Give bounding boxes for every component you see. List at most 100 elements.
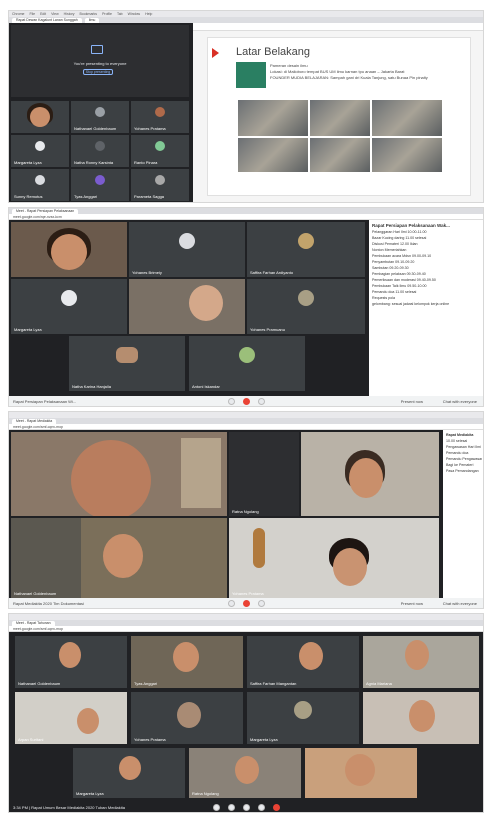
slides-editor: Latar Belakang Pameran desain ilmu Lokas… — [193, 23, 483, 202]
url-text: meet.google.com/smf-cqnv-mop — [13, 626, 63, 631]
detail-line: Nonton Memeriahkan — [372, 248, 407, 252]
participant-tile: Agnia Mariana — [363, 636, 479, 688]
url-text: meet.google.com/smf-cqnv-mop — [13, 424, 63, 429]
participant-name: Yohanes Pratama — [232, 591, 264, 596]
participant-tile: Yohanes Pratama — [131, 101, 189, 133]
detail-line: Bagi ke Pemateri — [446, 463, 474, 467]
participant-tile: Yohanes Pratama — [131, 692, 243, 744]
participant-tile: Margareta Lyza — [247, 692, 359, 744]
participant-name: Agnia Mariana — [366, 681, 392, 686]
avatar — [294, 701, 312, 720]
screenshot-meet-2: Meet - Rapat Persiapan Pelaksanaan meet.… — [8, 207, 484, 407]
detail-line: Requests pola — [372, 296, 395, 300]
slide-bullets: Pameran desain ilmu Lokasi: di Malioboro… — [270, 62, 460, 81]
mic-button[interactable] — [212, 803, 220, 811]
participant-tile: Saffira Farhan Mangantan — [247, 636, 359, 688]
participant-tile: Margareta Lyza — [11, 279, 127, 334]
detail-line: Pemandu Pengawasan — [446, 457, 482, 461]
browser-tab[interactable]: Ilmu — [84, 17, 100, 23]
detail-line: Pelanggaran Hari Ilmi 10.00-11.00 — [372, 230, 427, 234]
menu-item[interactable]: History — [64, 12, 75, 16]
participant-name: Tyas Anggari — [74, 194, 98, 199]
avatar — [298, 233, 314, 250]
browser-tab[interactable]: Meet - Rapat Tahunan — [12, 620, 55, 626]
participant-name: Saffira Farhan Mangantan — [250, 681, 297, 686]
menu-item[interactable]: Chrome — [12, 12, 24, 16]
participant-tile: Tyas Anggari — [71, 169, 129, 201]
detail-line: Pemeriksaan dan moderasi 09.40-09.50 — [372, 278, 436, 282]
present-now-button[interactable]: Present now — [401, 601, 423, 606]
participant-name: Nathanael Goldenbaum — [74, 126, 117, 131]
participant-tile: Tyas Anggari — [131, 636, 243, 688]
participant-tile: Ratna Ngolang — [229, 432, 299, 516]
menu-item[interactable]: View — [51, 12, 59, 16]
present-now-button[interactable]: Present now — [401, 399, 423, 404]
meet-grid: Yohanes Brimeiy Saffira Farhan Ardiyanto… — [9, 220, 367, 398]
participant-tile: Saffira Farhan Ardiyanto — [247, 222, 365, 277]
menu-item[interactable]: Help — [145, 12, 152, 16]
slide-photo — [310, 100, 370, 136]
camera-button[interactable] — [227, 803, 235, 811]
menu-item[interactable]: Edit — [40, 12, 46, 16]
avatar — [116, 347, 138, 364]
captions-button[interactable] — [242, 803, 250, 811]
detail-line: Pemandu doa — [446, 451, 469, 455]
panel-title: Rapat Mediakita — [446, 433, 474, 437]
participant-name: Natha Ronny Karsinta — [74, 160, 114, 165]
participant-name: Sunny Remotus — [14, 194, 43, 199]
detail-line: Pembukaan Talk Ilmu 09.50-10.00 — [372, 284, 427, 288]
menu-item[interactable]: Profile — [102, 12, 112, 16]
participant-tile: Yohanes Pratama — [229, 518, 439, 598]
participant-name: Yohanes Pramuanu — [250, 327, 285, 332]
avatar — [95, 175, 105, 186]
participant-name: Nathanael Goldenbaum — [18, 681, 61, 686]
menu-item[interactable]: File — [29, 12, 35, 16]
chat-button[interactable]: Chat with everyone — [443, 399, 477, 404]
avatar — [179, 233, 195, 250]
participant-tile — [11, 101, 69, 133]
participant-tile: Antoni Iskandar — [189, 336, 305, 391]
browser-tab[interactable]: Meet - Rapat Mediakita — [12, 418, 57, 424]
participant-name: Nathanael Goldenbaum — [14, 591, 57, 596]
detail-line: Pembagian pelaksan 09.30-09.40 — [372, 272, 426, 276]
meet-controls: 3:34 PM | Rapat Umum Besar Mediakita 202… — [9, 802, 483, 812]
avatar — [61, 290, 77, 307]
hangup-button[interactable] — [242, 599, 250, 607]
participant-name: Arpan Suritani — [18, 737, 44, 742]
detail-line: Pemandu doa 11.00 selesai — [372, 290, 417, 294]
participant-tile: Yohanes Brimeiy — [129, 222, 245, 277]
screenshot-meet-3: Meet - Rapat Mediakita meet.google.com/s… — [8, 411, 484, 609]
browser-tab[interactable]: Meet - Rapat Persiapan Pelaksanaan — [12, 208, 79, 214]
camera-button[interactable] — [257, 599, 265, 607]
participant-tile: Parameta Sagga — [131, 169, 189, 201]
meeting-footer: 3:34 PM | Rapat Umum Besar Mediakita 202… — [13, 804, 125, 810]
chat-button[interactable]: Chat with everyone — [443, 601, 477, 606]
stop-presenting-button[interactable]: Stop presenting — [83, 69, 113, 75]
browser-tab[interactable]: Rapat Dewan Kagalunt Lanan Sunggah — [12, 17, 82, 23]
detail-line: Pembukaan acara Mdsn 09.00-09.10 — [372, 254, 432, 258]
hangup-button[interactable] — [242, 397, 250, 405]
mic-button[interactable] — [227, 599, 235, 607]
menu-item[interactable]: Tab — [117, 12, 123, 16]
menu-item[interactable]: Bookmarks — [80, 12, 98, 16]
mic-button[interactable] — [227, 397, 235, 405]
avatar — [239, 347, 255, 364]
avatar — [155, 175, 165, 186]
participant-name: Yohanes Pratama — [134, 737, 166, 742]
participant-name: Margareta Lyza — [14, 160, 42, 165]
logo-image — [236, 62, 266, 88]
detail-line: Bazar Kucing daring 11.00 selesai — [372, 236, 427, 240]
slide-canvas: Latar Belakang Pameran desain ilmu Lokas… — [207, 37, 471, 196]
menu-item[interactable]: Window — [128, 12, 140, 16]
participant-name: Margareta Lyza — [14, 327, 42, 332]
participant-tile: Sunny Remotus — [11, 169, 69, 201]
hangup-button[interactable] — [272, 803, 280, 811]
participant-name: Margareta Lyza — [76, 791, 104, 796]
participant-name: Saffira Farhan Ardiyanto — [250, 270, 294, 275]
detail-line: 10.00 selesai — [446, 439, 468, 443]
participant-name: Ratna Ngolang — [232, 509, 259, 514]
camera-button[interactable] — [257, 397, 265, 405]
present-button[interactable] — [257, 803, 265, 811]
participant-tile: Natha Karina Hanjalla — [69, 336, 185, 391]
presenting-text: You're presenting to everyone — [73, 61, 127, 66]
